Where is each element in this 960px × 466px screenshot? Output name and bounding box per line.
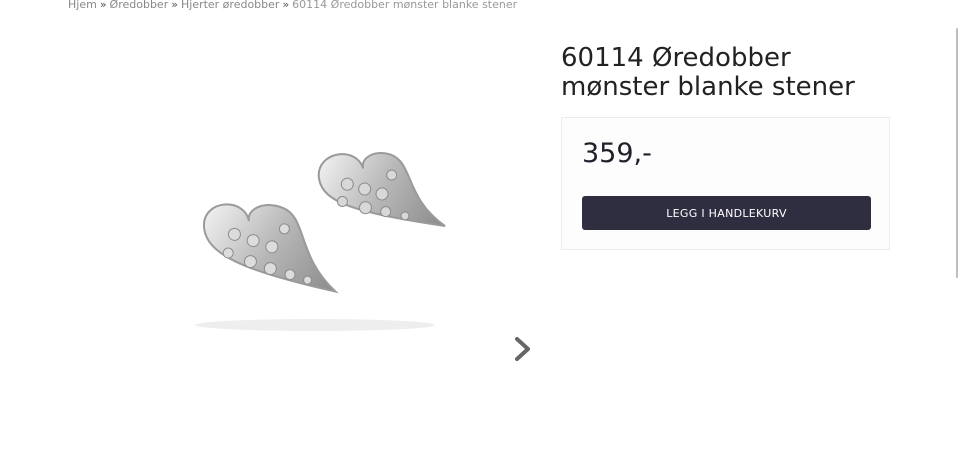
product-image[interactable] (150, 120, 480, 350)
add-to-cart-button[interactable]: LEGG I HANDLEKURV (582, 196, 871, 230)
breadcrumb-link-heart-earrings[interactable]: Hjerter øredobber (181, 0, 279, 11)
breadcrumb-separator: » (171, 0, 178, 11)
scrollbar[interactable] (956, 28, 958, 278)
product-page: Hjem» Øredobber» Hjerter øredobber» 60114 Ø… (0, 0, 960, 466)
purchase-box: 359,- LEGG I HANDLEKURV (561, 117, 890, 250)
breadcrumb-link-earrings[interactable]: Øredobber (110, 0, 169, 11)
product-price: 359,- (582, 138, 652, 169)
chevron-right-icon[interactable] (512, 336, 534, 362)
heart-earrings-image (195, 152, 446, 331)
breadcrumb-separator: » (99, 0, 107, 11)
product-title: 60114 Øredobber mønster blanke stener (561, 43, 855, 102)
breadcrumb-current: 60114 Øredobber mønster blanke stener (292, 0, 518, 11)
breadcrumb-link-home[interactable]: Hjem (68, 0, 97, 11)
breadcrumb-separator: » (282, 0, 290, 11)
breadcrumb: Hjem» Øredobber» Hjerter øredobber» 60114 Ø… (68, 0, 517, 11)
